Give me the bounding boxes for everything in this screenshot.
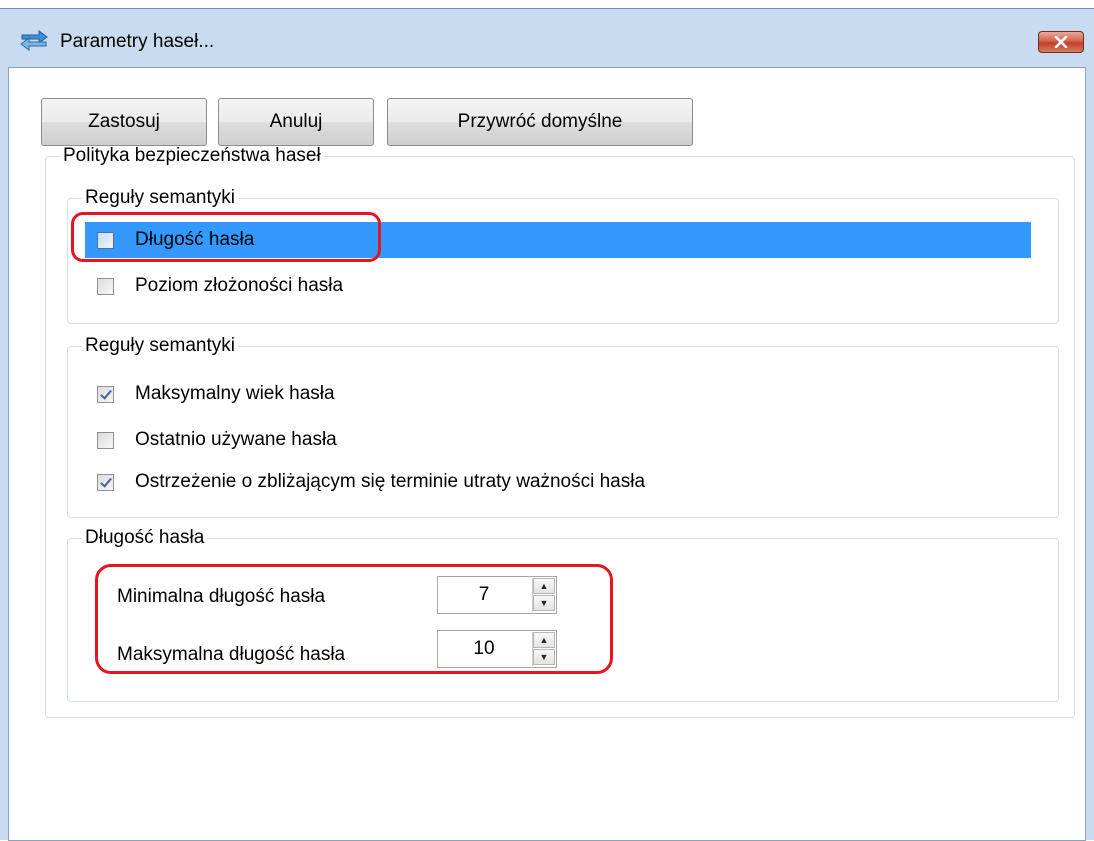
cancel-button[interactable]: Anuluj: [218, 98, 374, 146]
arrow-up-icon: ▲: [539, 635, 549, 645]
expiry-warning-checkbox[interactable]: [97, 473, 114, 491]
password-length-checkbox[interactable]: [97, 231, 114, 249]
expiry-warning-label: Ostrzeżenie o zbliżającym się terminie u…: [135, 471, 646, 492]
close-button[interactable]: [1038, 31, 1084, 53]
max-length-up-button[interactable]: ▲: [533, 632, 555, 648]
arrow-down-icon: ▼: [539, 652, 549, 662]
title-bar[interactable]: Parametry haseł...: [0, 9, 1094, 67]
restore-defaults-button[interactable]: Przywróć domyślne: [387, 98, 693, 146]
semantic-rules-legend-1: Reguły semantyki: [85, 187, 235, 208]
password-length-legend: Długość hasła: [85, 527, 205, 548]
dialog-client-area: Zastosuj Anuluj Przywróć domyślne Polity…: [8, 67, 1086, 841]
sync-arrows-icon: [20, 30, 48, 51]
arrow-up-icon: ▲: [539, 581, 549, 591]
max-length-spinner[interactable]: 10 ▲ ▼: [437, 630, 557, 668]
password-length-label: Długość hasła: [135, 229, 255, 250]
max-length-label: Maksymalna długość hasła: [117, 644, 346, 665]
min-length-down-button[interactable]: ▼: [533, 595, 555, 611]
recently-used-label: Ostatnio używane hasła: [135, 429, 337, 450]
min-length-up-button[interactable]: ▲: [533, 578, 555, 594]
min-length-value[interactable]: 7: [438, 577, 530, 613]
recently-used-checkbox[interactable]: [97, 431, 114, 449]
max-length-down-button[interactable]: ▼: [533, 649, 555, 665]
password-complexity-label: Poziom złożoności hasła: [135, 275, 344, 296]
min-length-label: Minimalna długość hasła: [117, 586, 326, 607]
close-icon: [1054, 36, 1068, 48]
arrow-down-icon: ▼: [539, 598, 549, 608]
checkbox-row-complexity[interactable]: Poziom złożoności hasła: [85, 268, 1031, 304]
min-length-spinner[interactable]: 7 ▲ ▼: [437, 576, 557, 614]
max-length-value[interactable]: 10: [438, 631, 530, 667]
password-parameters-window: Parametry haseł... Zastosuj Anuluj Przyw…: [0, 8, 1094, 841]
policy-group-legend: Polityka bezpieczeństwa haseł: [63, 145, 321, 166]
checkbox-row-password-length[interactable]: Długość hasła: [85, 222, 1031, 258]
min-length-arrows: ▲ ▼: [532, 578, 555, 612]
semantic-rules-legend-2: Reguły semantyki: [85, 335, 235, 356]
password-complexity-checkbox[interactable]: [97, 277, 114, 295]
window-title: Parametry haseł...: [60, 31, 215, 52]
checkbox-row-recently-used[interactable]: Ostatnio używane hasła: [85, 422, 1025, 458]
max-length-arrows: ▲ ▼: [532, 632, 555, 666]
apply-button[interactable]: Zastosuj: [41, 98, 207, 146]
max-age-label: Maksymalny wiek hasła: [135, 383, 335, 404]
checkbox-row-max-age[interactable]: Maksymalny wiek hasła: [85, 376, 1025, 412]
checkbox-row-expiry-warning[interactable]: Ostrzeżenie o zbliżającym się terminie u…: [85, 464, 1025, 500]
max-age-checkbox[interactable]: [97, 385, 114, 403]
password-length-group: Długość hasła: [67, 528, 1059, 702]
